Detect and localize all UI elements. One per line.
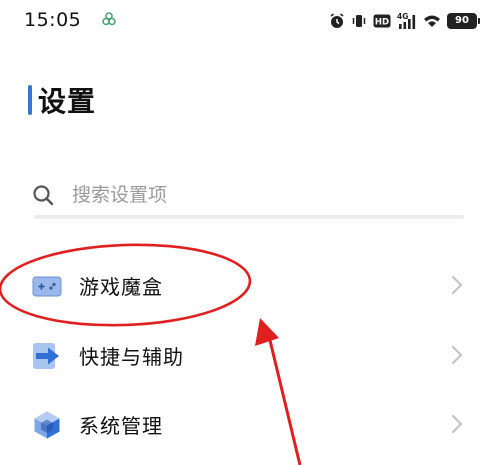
search-divider [34, 215, 464, 219]
page-title: 设置 [38, 85, 97, 118]
alarm-icon [330, 13, 344, 28]
menu-item-label: 系统管理 [79, 414, 163, 438]
game-box-icon [32, 276, 62, 297]
title-accent-bar [28, 85, 32, 115]
menu-item-system-management[interactable]: 系统管理 [0, 393, 497, 453]
menu-item-label: 游戏魔盒 [79, 275, 163, 299]
system-cube-icon [34, 411, 60, 439]
menu-item-shortcuts[interactable]: 快捷与辅助 [0, 324, 497, 384]
network-type: 4G [397, 12, 408, 21]
menu-item-game-box[interactable]: 游戏魔盒 [0, 254, 497, 314]
vibrate-icon [352, 15, 366, 27]
status-bar: 15:05 HD 4G 90 [0, 0, 497, 44]
signal-icon: 4G [397, 12, 416, 29]
chevron-right-icon [451, 414, 463, 434]
battery-icon: 90 [447, 13, 480, 29]
wifi-icon [424, 15, 440, 27]
hd-label: HD [375, 18, 389, 28]
app-notification-icon [102, 12, 116, 26]
menu-item-label: 快捷与辅助 [79, 345, 184, 369]
search-input[interactable] [72, 184, 432, 206]
chevron-right-icon [451, 275, 463, 295]
status-time: 15:05 [24, 9, 82, 31]
page-header: 设置 [28, 80, 96, 120]
chevron-right-icon [451, 345, 463, 365]
status-icons: HD 4G 90 [329, 10, 480, 32]
search-bar[interactable] [32, 174, 464, 216]
shortcut-arrow-icon [33, 343, 59, 369]
search-icon [33, 185, 54, 206]
hd-icon: HD [373, 14, 391, 28]
